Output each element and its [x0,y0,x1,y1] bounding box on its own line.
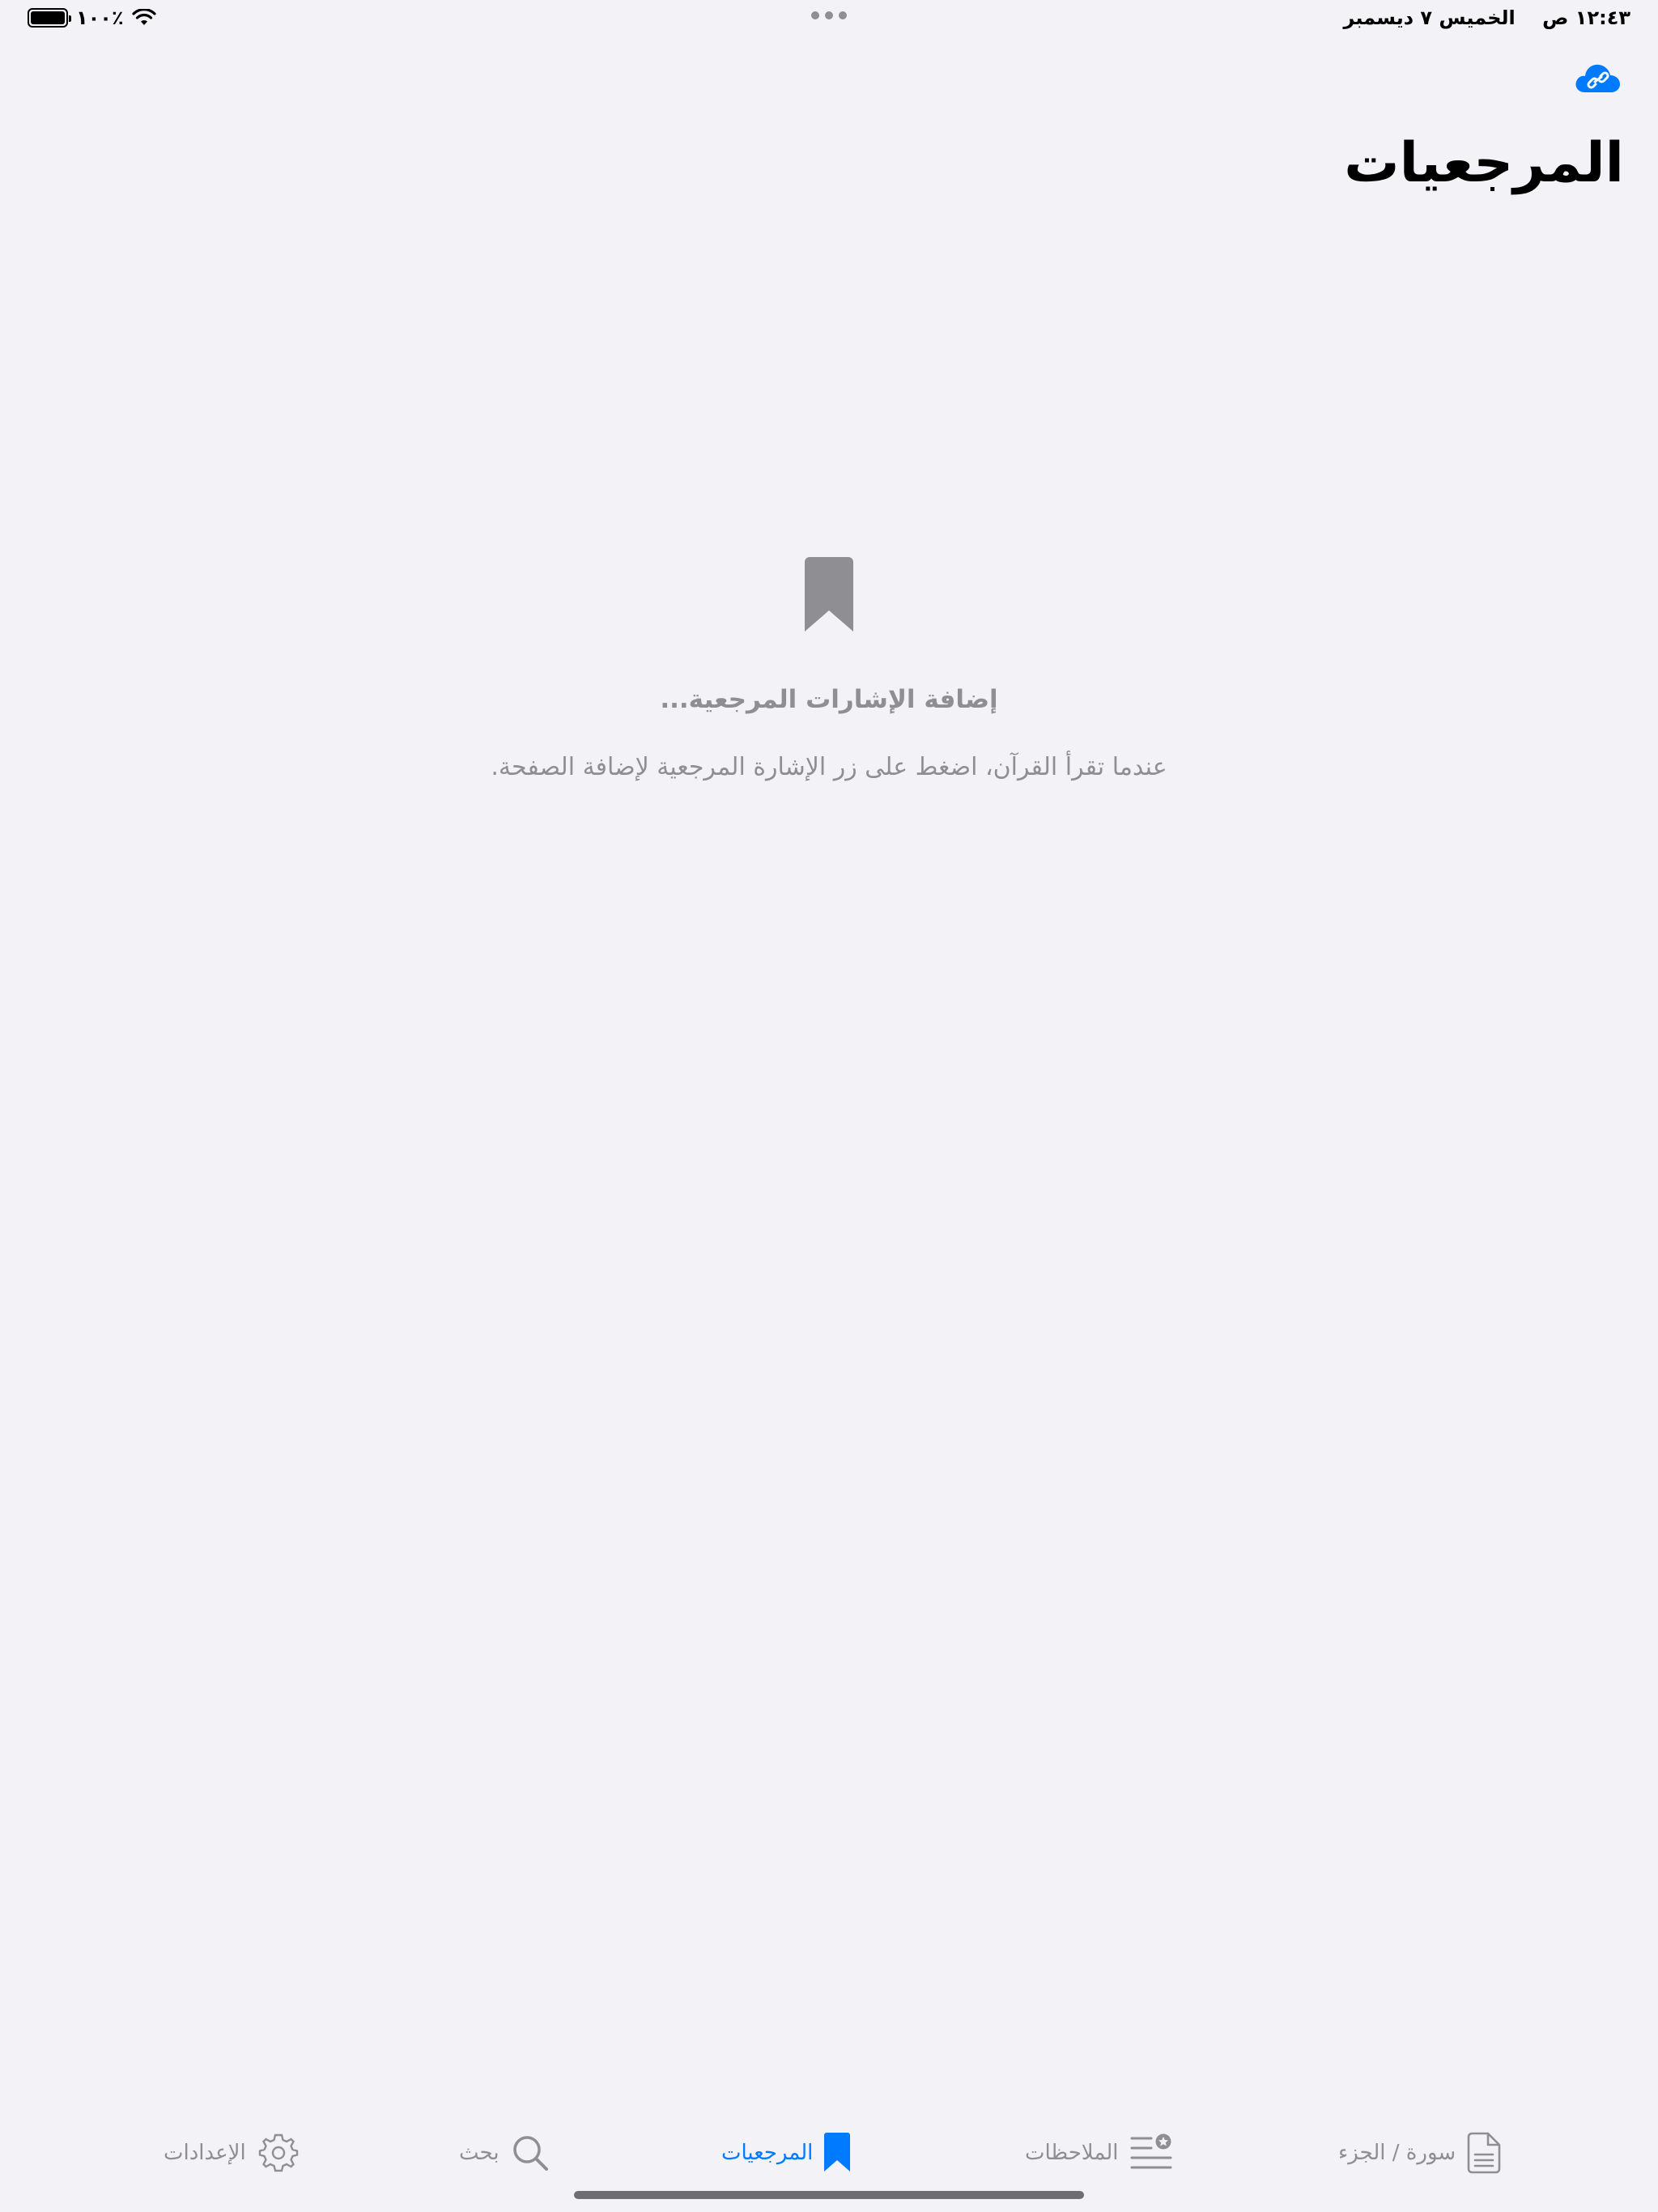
wifi-icon [132,9,156,25]
tab-bookmarks[interactable]: المرجعيات [721,2125,851,2181]
tab-settings[interactable]: الإعدادات [164,2125,300,2181]
tab-surah-juz[interactable]: سورة / الجزء [1338,2125,1501,2181]
status-time: ١٢:٤٣ ص الخميس ٧ ديسمبر [1343,6,1630,29]
status-time-text: ١٢:٤٣ ص [1542,6,1630,29]
cloud-link-button[interactable] [1574,60,1622,96]
notes-star-icon [1130,2133,1171,2169]
tab-bar: الإعدادات بحث المرجعيات الملاحظات سورة /… [0,2108,1658,2212]
tab-label: المرجعيات [721,2141,814,2165]
tab-notes[interactable]: الملاحظات [1025,2125,1172,2181]
empty-state-body: عندما تقرأ القرآن، اضغط على زر الإشارة ا… [491,753,1167,781]
tab-search[interactable]: بحث [459,2125,550,2181]
status-indicators: ١٠٠٪ [28,6,156,29]
bookmark-icon [824,2133,851,2172]
battery-icon [28,8,71,28]
document-icon [1467,2132,1501,2174]
home-indicator[interactable] [574,2191,1084,2199]
tab-label: الإعدادات [164,2141,246,2165]
tab-label: سورة / الجزء [1338,2141,1456,2165]
gear-icon [258,2133,298,2172]
page-title: المرجعيات [1344,131,1624,195]
multitasking-dots[interactable] [811,11,847,19]
battery-percent: ١٠٠٪ [76,6,124,29]
bookmark-icon [805,557,853,632]
status-date-text: الخميس ٧ ديسمبر [1343,6,1516,29]
empty-state-heading: إضافة الإشارات المرجعية... [660,685,998,714]
bookmarks-screen: ١٢:٤٣ ص الخميس ٧ ديسمبر ١٠٠٪ المرجعيات إ… [0,0,1658,2212]
empty-state: إضافة الإشارات المرجعية... عندما تقرأ ال… [0,557,1658,781]
search-icon [512,2136,548,2171]
tab-label: بحث [459,2141,500,2165]
cloud-link-icon [1575,64,1620,92]
tab-label: الملاحظات [1025,2141,1119,2165]
